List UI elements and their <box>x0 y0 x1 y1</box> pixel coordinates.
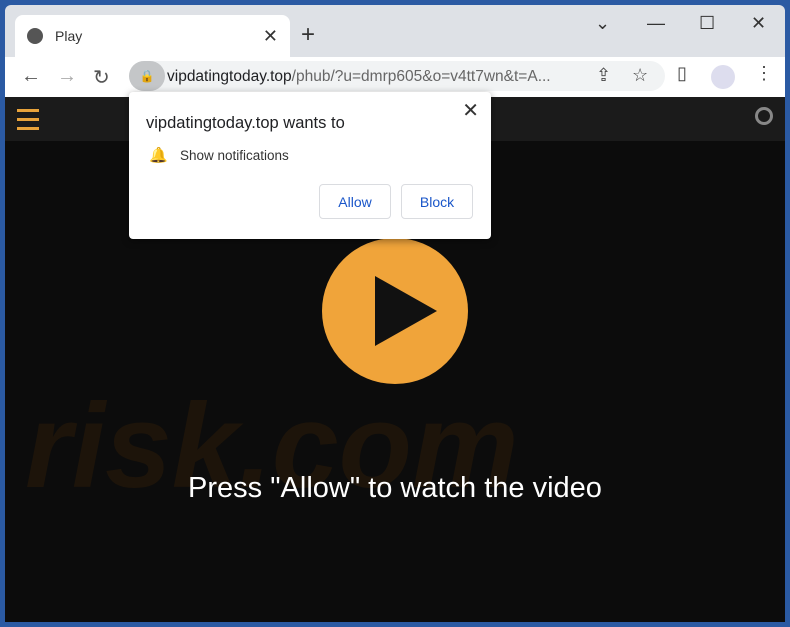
url-path: /phub/?u=dmrp605&o=v4tt7wn&t=A... <box>291 68 551 85</box>
search-icon[interactable] <box>755 107 773 125</box>
new-tab-button[interactable]: + <box>301 21 315 49</box>
tab-search-chevron-icon[interactable]: ⌄ <box>595 13 610 34</box>
side-panel-icon[interactable]: ▯ <box>677 63 687 84</box>
reload-button[interactable]: ↻ <box>93 65 110 90</box>
popup-title: vipdatingtoday.top wants to <box>146 114 345 132</box>
maximize-button[interactable]: ☐ <box>699 13 715 34</box>
hamburger-menu-icon[interactable] <box>17 109 39 136</box>
globe-icon <box>27 28 43 44</box>
tab-title: Play <box>55 28 83 44</box>
tab-play[interactable]: Play ✕ <box>15 15 290 57</box>
notification-permission-popup: vipdatingtoday.top wants to ✕ 🔔 Show not… <box>129 92 491 239</box>
allow-button[interactable]: Allow <box>319 184 391 219</box>
play-button[interactable] <box>322 238 468 384</box>
close-popup-icon[interactable]: ✕ <box>462 98 479 123</box>
menu-icon[interactable]: ⋮ <box>755 63 773 84</box>
instruction-message: Press "Allow" to watch the video <box>188 472 602 504</box>
back-button[interactable]: ← <box>21 65 41 88</box>
minimize-button[interactable]: — <box>647 13 665 34</box>
permission-label: Show notifications <box>180 148 289 163</box>
lock-icon[interactable]: 🔒 <box>129 61 165 91</box>
address-bar[interactable]: 🔒 vipdatingtoday.top/phub/?u=dmrp605&o=v… <box>129 61 665 91</box>
bell-icon: 🔔 <box>149 147 168 164</box>
browser-window: Play ✕ + ⌄ — ☐ ✕ ← → ↻ 🔒 vipdatingtoday.… <box>5 5 785 622</box>
url-domain: vipdatingtoday.top <box>167 68 292 85</box>
star-icon[interactable]: ☆ <box>632 65 648 86</box>
toolbar: ← → ↻ 🔒 vipdatingtoday.top/phub/?u=dmrp6… <box>5 57 785 97</box>
profile-avatar[interactable] <box>711 65 735 89</box>
close-window-button[interactable]: ✕ <box>751 13 766 34</box>
close-tab-icon[interactable]: ✕ <box>263 26 278 47</box>
forward-button[interactable]: → <box>57 65 77 88</box>
share-icon[interactable]: ⇪ <box>596 65 611 86</box>
block-button[interactable]: Block <box>401 184 473 219</box>
